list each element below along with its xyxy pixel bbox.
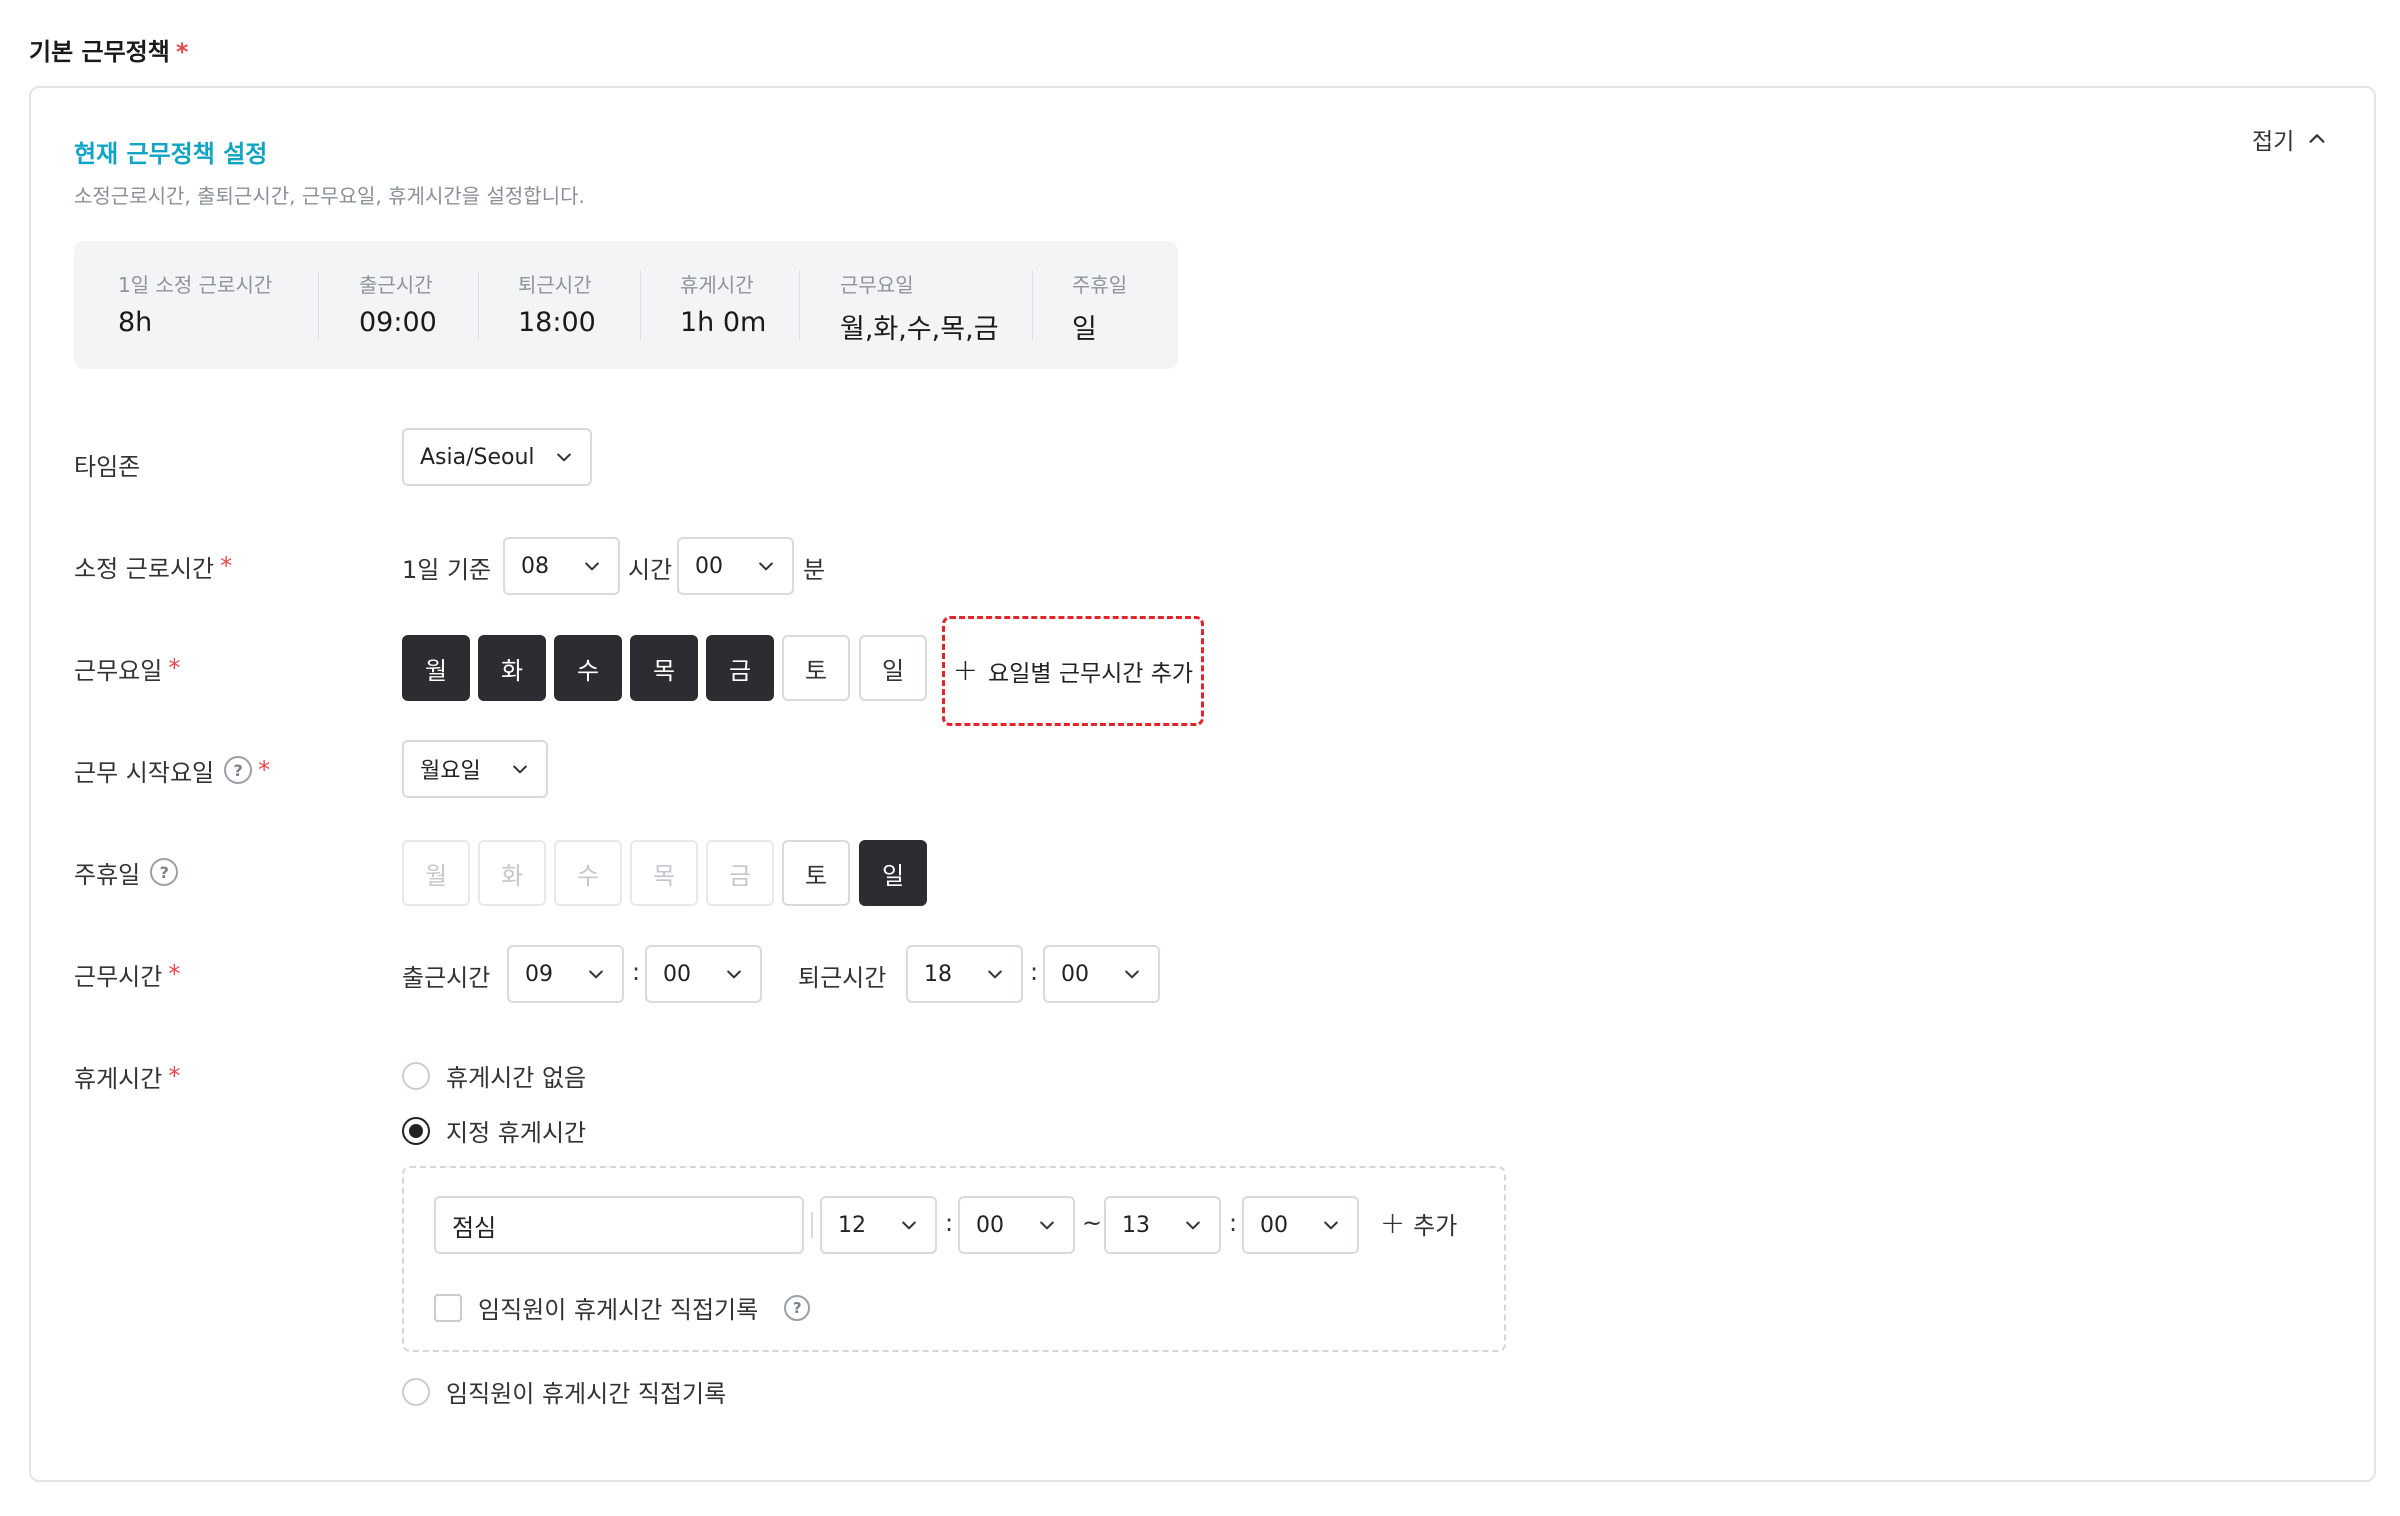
- work-day-toggle-3[interactable]: 목: [630, 635, 698, 701]
- work-days-label: 근무요일 *: [74, 654, 181, 685]
- end-hour-select[interactable]: 18: [906, 945, 1023, 1003]
- timezone-select[interactable]: Asia/Seoul: [402, 428, 592, 486]
- collapse-label: 접기: [2252, 129, 2295, 155]
- work-day-toggle-6[interactable]: 일: [859, 635, 927, 701]
- colon: :: [945, 1209, 954, 1237]
- chevron-down-icon: [902, 1221, 916, 1230]
- start-time-label: 출근시간: [402, 964, 491, 992]
- chevron-down-icon: [988, 970, 1002, 979]
- chevron-down-icon: [1040, 1221, 1054, 1230]
- work-hours-minute-select[interactable]: 00: [677, 537, 794, 595]
- card-title: 현재 근무정책 설정: [74, 140, 268, 168]
- chevron-down-icon: [1186, 1221, 1200, 1230]
- help-icon[interactable]: ?: [224, 756, 253, 784]
- work-hours-prefix: 1일 기준: [402, 556, 492, 584]
- minute-unit: 분: [803, 556, 826, 584]
- checkbox-box: [434, 1293, 462, 1322]
- chevron-down-icon: [513, 765, 527, 774]
- colon: :: [632, 958, 641, 986]
- divider: [640, 271, 641, 339]
- radio-circle: [402, 1377, 430, 1406]
- work-hours-label: 소정 근로시간 *: [74, 552, 233, 583]
- break-start-hour-select[interactable]: 12: [820, 1196, 937, 1254]
- chevron-up-icon: [2309, 134, 2325, 143]
- plus-icon: +: [1380, 1205, 1406, 1241]
- divider: [1032, 271, 1033, 339]
- holiday-day-toggle-1: 화: [478, 840, 546, 906]
- timezone-label: 타임존: [74, 452, 141, 481]
- chevron-down-icon: [585, 562, 599, 571]
- holiday-day-toggle-5[interactable]: 토: [782, 840, 850, 906]
- radio-circle: [402, 1061, 430, 1090]
- chevron-down-icon: [557, 453, 571, 462]
- help-icon[interactable]: ?: [784, 1294, 811, 1321]
- work-day-toggle-0[interactable]: 월: [402, 635, 470, 701]
- radio-self-record-break[interactable]: 임직원이 휴게시간 직접기록: [402, 1374, 726, 1409]
- holiday-day-toggle-4: 금: [706, 840, 774, 906]
- work-time-label: 근무시간 *: [74, 960, 181, 991]
- work-day-toggle-1[interactable]: 화: [478, 635, 546, 701]
- hour-unit: 시간: [628, 556, 673, 584]
- start-day-select[interactable]: 월요일: [402, 740, 548, 798]
- work-day-toggle-4[interactable]: 금: [706, 635, 774, 701]
- work-hours-hour-select[interactable]: 08: [503, 537, 620, 595]
- holiday-day-toggle-3: 목: [630, 840, 698, 906]
- section-title: 기본 근무정책 *: [29, 38, 189, 66]
- break-time-label: 휴게시간 *: [74, 1062, 181, 1093]
- holiday-day-toggle-0: 월: [402, 840, 470, 906]
- start-day-label: 근무 시작요일 ? *: [74, 756, 271, 787]
- break-start-minute-select[interactable]: 00: [958, 1196, 1075, 1254]
- radio-no-break[interactable]: 휴게시간 없음: [402, 1058, 586, 1093]
- colon: :: [1229, 1209, 1238, 1237]
- divider: [799, 271, 800, 339]
- end-minute-select[interactable]: 00: [1043, 945, 1160, 1003]
- help-icon[interactable]: ?: [150, 858, 179, 886]
- policy-summary: 1일 소정 근로시간 8h 출근시간 09:00 퇴근시간 18:00 휴게시간…: [74, 241, 1178, 369]
- radio-circle-checked: [402, 1116, 430, 1145]
- plus-icon: +: [952, 653, 979, 688]
- tilde: ~: [1082, 1209, 1103, 1237]
- work-day-toggle-2[interactable]: 수: [554, 635, 622, 701]
- work-day-toggle-5[interactable]: 토: [782, 635, 850, 701]
- collapse-button[interactable]: 접기: [2252, 122, 2328, 156]
- chevron-down-icon: [1125, 970, 1139, 979]
- start-hour-select[interactable]: 09: [507, 945, 624, 1003]
- break-end-hour-select[interactable]: 13: [1104, 1196, 1221, 1254]
- break-end-minute-select[interactable]: 00: [1242, 1196, 1359, 1254]
- holiday-day-toggle-6[interactable]: 일: [859, 840, 927, 906]
- break-name-input[interactable]: 점심: [434, 1196, 804, 1254]
- chevron-down-icon: [589, 970, 603, 979]
- chevron-down-icon: [1324, 1221, 1338, 1230]
- chevron-down-icon: [727, 970, 741, 979]
- card-subtitle: 소정근로시간, 출퇴근시간, 근무요일, 휴게시간을 설정합니다.: [74, 184, 585, 208]
- start-minute-select[interactable]: 00: [645, 945, 762, 1003]
- end-time-label: 퇴근시간: [798, 964, 887, 992]
- radio-fixed-break[interactable]: 지정 휴게시간: [402, 1113, 586, 1148]
- holiday-day-toggle-2: 수: [554, 840, 622, 906]
- divider: [478, 271, 479, 339]
- add-break-button[interactable]: + 추가: [1380, 1206, 1457, 1241]
- divider: [318, 271, 319, 339]
- chevron-down-icon: [759, 562, 773, 571]
- add-per-day-hours-button[interactable]: + 요일별 근무시간 추가: [942, 616, 1204, 726]
- self-record-checkbox[interactable]: 임직원이 휴게시간 직접기록 ?: [434, 1290, 811, 1325]
- divider: [811, 1212, 813, 1238]
- colon: :: [1030, 958, 1039, 986]
- weekly-holiday-label: 주휴일 ?: [74, 854, 179, 890]
